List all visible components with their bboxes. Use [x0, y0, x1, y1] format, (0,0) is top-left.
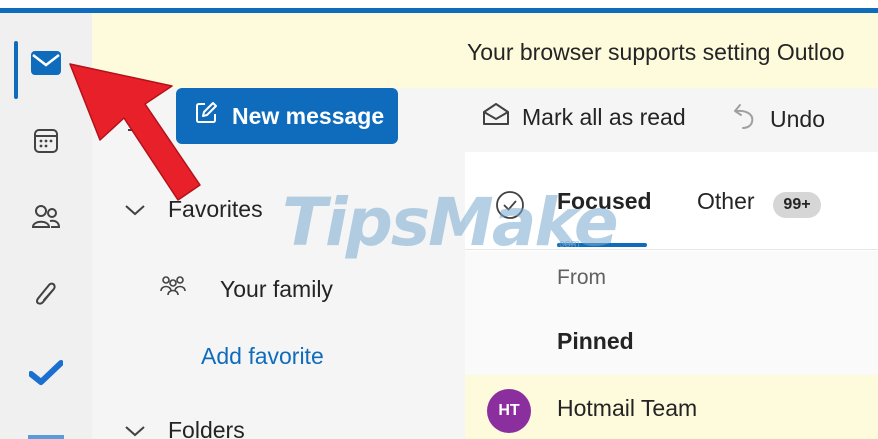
group-icon	[158, 274, 210, 304]
sender-name: Hotmail Team	[557, 395, 698, 421]
favorite-your-family[interactable]: Your family	[158, 274, 333, 304]
chevron-down-icon	[124, 417, 168, 439]
rail-people-button[interactable]	[14, 185, 78, 249]
rail-mail-button[interactable]	[14, 31, 78, 95]
rail-calendar-button[interactable]	[14, 109, 78, 173]
new-message-label: New message	[232, 102, 385, 129]
rail-partial-icon	[28, 435, 64, 439]
banner-text: Your browser supports setting Outloo	[467, 39, 845, 65]
tab-other[interactable]: Other	[697, 188, 755, 215]
calendar-icon	[33, 128, 59, 154]
favorites-label: Favorites	[168, 196, 263, 222]
your-family-label: Your family	[220, 275, 333, 302]
undo-button[interactable]: Undo	[732, 102, 825, 136]
hamburger-icon[interactable]	[128, 114, 150, 137]
pinned-group-header: Pinned	[465, 307, 878, 375]
folders-header[interactable]: Folders	[124, 417, 245, 439]
paperclip-icon	[33, 280, 59, 310]
chevron-down-icon	[124, 196, 168, 223]
app-rail	[0, 13, 92, 439]
other-unread-badge: 99+	[773, 192, 821, 218]
folders-label: Folders	[168, 417, 245, 439]
people-icon	[31, 203, 61, 231]
undo-label: Undo	[770, 105, 825, 132]
mail-icon	[30, 50, 62, 76]
notification-banner: Your browser supports setting Outloo	[92, 13, 878, 88]
todo-check-icon	[29, 360, 63, 386]
mark-all-read-label: Mark all as read	[522, 103, 686, 130]
rail-files-button[interactable]	[14, 263, 78, 327]
message-row[interactable]: HT Hotmail Team	[465, 375, 878, 439]
favorites-header[interactable]: Favorites	[124, 196, 263, 223]
pinned-label: Pinned	[557, 328, 634, 354]
compose-icon	[194, 101, 232, 131]
mark-all-read-button[interactable]: Mark all as read	[482, 102, 686, 132]
envelope-open-icon	[482, 102, 522, 132]
avatar: HT	[487, 389, 531, 433]
new-message-button[interactable]: New message	[176, 88, 398, 144]
add-favorite-link[interactable]: Add favorite	[201, 343, 324, 370]
command-bar: New message Mark all as read Undo	[92, 88, 878, 152]
watermark-suffix: .com	[556, 238, 580, 250]
undo-icon	[732, 102, 770, 136]
rail-todo-button[interactable]	[14, 341, 78, 405]
top-border	[0, 0, 878, 13]
from-label: From	[557, 266, 606, 289]
add-favorite-label: Add favorite	[201, 343, 324, 369]
